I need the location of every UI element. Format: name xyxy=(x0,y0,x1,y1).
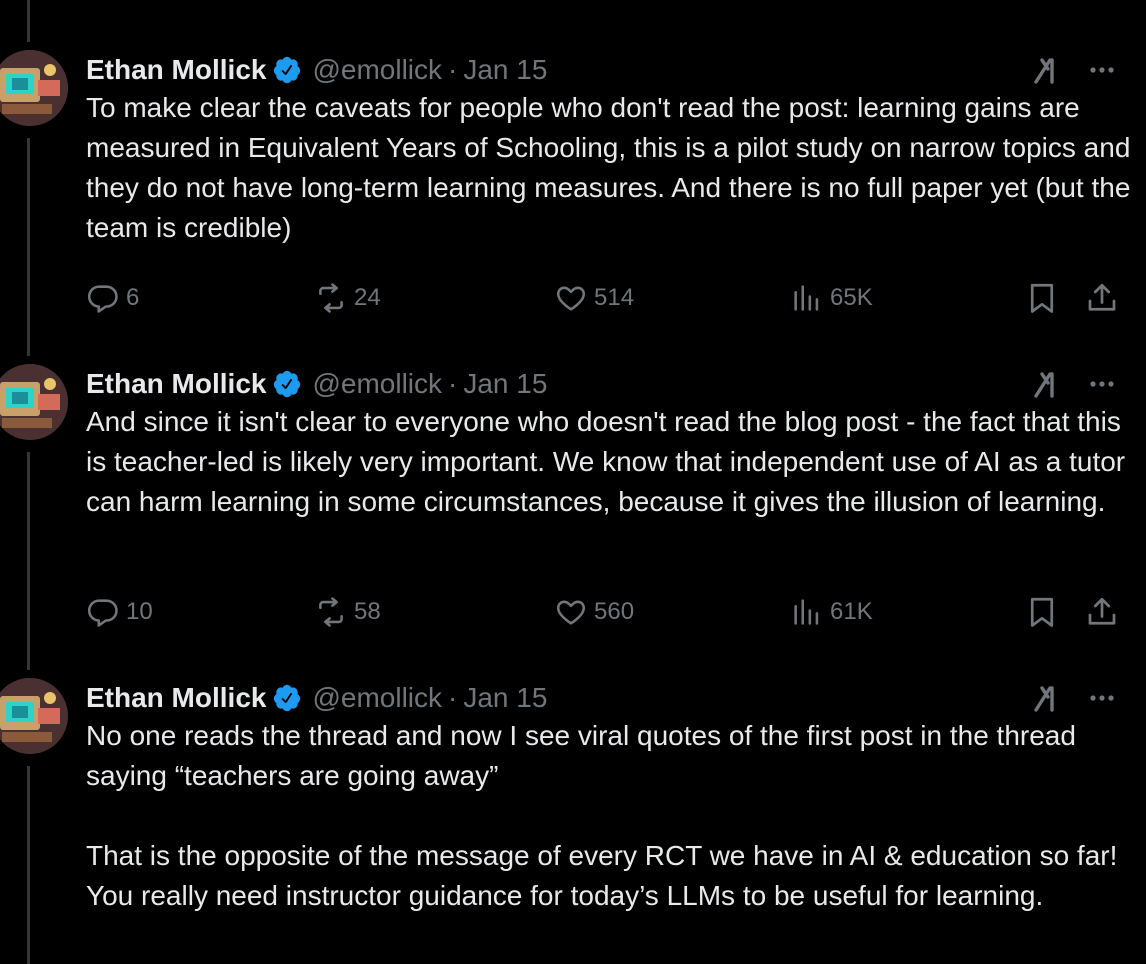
separator-dot: · xyxy=(448,368,458,399)
bookmark-icon[interactable] xyxy=(1024,594,1060,630)
thread-line xyxy=(27,138,30,356)
reply-button[interactable]: 6 xyxy=(86,280,139,316)
author-name[interactable]: Ethan Mollick xyxy=(86,54,266,86)
action-bar: 10 58 560 61K xyxy=(86,594,1136,630)
share-icon[interactable] xyxy=(1084,280,1120,316)
grok-icon[interactable] xyxy=(1030,680,1066,716)
grok-icon[interactable] xyxy=(1030,366,1066,402)
like-button[interactable]: 514 xyxy=(554,280,634,316)
more-icon[interactable] xyxy=(1084,680,1120,716)
views-button[interactable]: 61K xyxy=(790,594,873,630)
separator-dot: · xyxy=(448,682,458,713)
post-date[interactable]: Jan 15 xyxy=(463,368,547,400)
views-count: 65K xyxy=(830,284,873,311)
author-name[interactable]: Ethan Mollick xyxy=(86,368,266,400)
avatar[interactable] xyxy=(0,678,68,754)
post-date[interactable]: Jan 15 xyxy=(463,54,547,86)
author-handle[interactable]: @emollick xyxy=(312,682,442,714)
bookmark-icon[interactable] xyxy=(1024,280,1060,316)
repost-count: 24 xyxy=(354,284,381,311)
avatar[interactable] xyxy=(0,364,68,440)
tweet-text: No one reads the thread and now I see vi… xyxy=(86,720,1118,911)
author-name[interactable]: Ethan Mollick xyxy=(86,682,266,714)
views-count: 61K xyxy=(830,598,873,625)
like-count: 560 xyxy=(594,598,635,625)
like-count: 514 xyxy=(594,284,635,311)
like-button[interactable]: 560 xyxy=(554,594,634,630)
post-date[interactable]: Jan 15 xyxy=(463,682,547,714)
author-handle[interactable]: @emollick xyxy=(312,54,442,86)
views-button[interactable]: 65K xyxy=(790,280,873,316)
thread-line xyxy=(27,452,30,670)
reply-button[interactable]: 10 xyxy=(86,594,153,630)
avatar[interactable] xyxy=(0,50,68,126)
reply-count: 6 xyxy=(126,284,140,311)
verified-badge-icon xyxy=(274,56,301,84)
reply-count: 10 xyxy=(126,598,153,625)
verified-badge-icon xyxy=(274,370,301,398)
views-icon xyxy=(794,285,819,311)
separator-dot: · xyxy=(448,54,458,85)
like-icon xyxy=(556,600,586,625)
repost-button[interactable]: 24 xyxy=(314,280,381,316)
more-icon[interactable] xyxy=(1084,366,1120,402)
repost-icon xyxy=(319,597,343,627)
like-icon xyxy=(556,286,586,311)
repost-button[interactable]: 58 xyxy=(314,594,381,630)
verified-badge-icon xyxy=(274,684,301,712)
reply-icon xyxy=(87,599,118,627)
author-handle[interactable]: @emollick xyxy=(312,368,442,400)
repost-icon xyxy=(319,283,343,313)
thread-line xyxy=(27,766,30,964)
thread-line xyxy=(27,0,30,42)
grok-icon[interactable] xyxy=(1030,52,1066,88)
action-bar: 6 24 514 65K xyxy=(86,280,1136,316)
more-icon[interactable] xyxy=(1084,52,1120,88)
share-icon[interactable] xyxy=(1084,594,1120,630)
tweet-text: And since it isn't clear to everyone who… xyxy=(86,406,1133,517)
repost-count: 58 xyxy=(354,598,381,625)
tweet-text: To make clear the caveats for people who… xyxy=(86,92,1139,243)
views-icon xyxy=(794,599,819,625)
reply-icon xyxy=(87,285,118,313)
